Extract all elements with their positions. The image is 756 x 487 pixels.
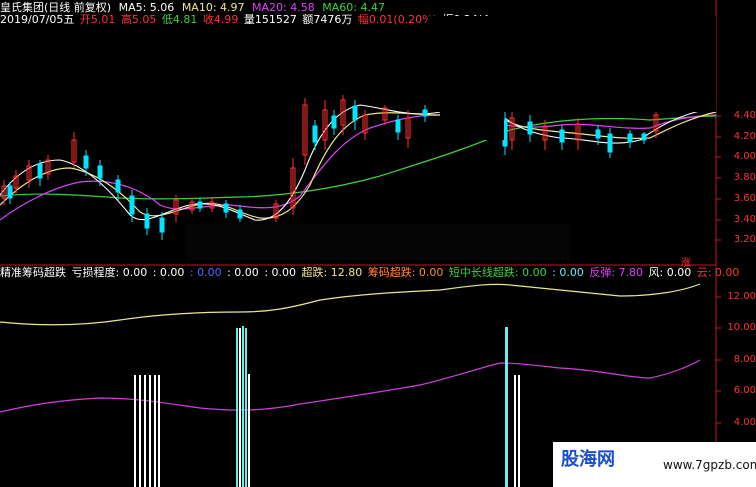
price-tick-4: 3.60 [733,193,756,204]
cloud-value: 云: 0.00 [696,266,740,279]
price-tick-1: 4.20 [733,131,756,142]
ind-tick-2: 8.00 [733,354,756,365]
ind-v2: : 0.00 [189,266,222,279]
ma5-line [0,104,717,221]
chip-oversold-value: 筹码超跌: 0.00 [367,266,444,279]
price-tick-6: 3.20 [733,234,756,245]
price-tick-5: 3.40 [733,214,756,225]
candlesticks [1,95,659,240]
ma60-line [0,115,717,200]
ma20-line [0,114,717,221]
watermark-logo: 股海网 [561,449,615,470]
ind-tick-3: 6.00 [733,385,756,396]
price-tick-2: 4.00 [733,151,756,162]
mask-top [428,16,716,112]
watermark: 股海网 www.7gpzb.com [553,442,756,487]
ind-v1: : 0.00 [152,266,185,279]
rebound-value: 反弹: 7.80 [589,266,644,279]
mask-gap [440,100,504,140]
ma10-line [0,111,717,219]
ind-v5: : 0.00 [552,266,584,279]
wind-value: 风: 0.00 [648,266,692,279]
indicator-header: 精准筹码超跌 亏损程度: 0.00 : 0.00 : 0.00 : 0.00 :… [0,266,741,280]
watermark-url: www.7gpzb.com [663,458,756,472]
rebound-line [0,359,701,413]
ind-tick-1: 10.00 [727,322,756,333]
oversold-bars-white [134,328,520,487]
midlong-oversold-value: 短中长线超跌: 0.00 [448,266,547,279]
ind-v3: : 0.00 [227,266,259,279]
loss-value: 亏损程度: 0.00 [71,266,148,279]
price-tick-0: 4.40 [733,110,756,121]
ind-v4: : 0.00 [264,266,297,279]
ind-tick-0: 12.00 [727,291,756,302]
mask-mid [186,224,570,260]
oversold-value: 超跌: 12.80 [301,266,363,279]
ind-tick-4: 4.00 [733,417,756,428]
price-tick-3: 3.80 [733,172,756,183]
oversold-line [0,283,701,326]
oversold-bars-cyan [236,326,508,487]
indicator-name: 精准筹码超跌 [0,266,66,279]
